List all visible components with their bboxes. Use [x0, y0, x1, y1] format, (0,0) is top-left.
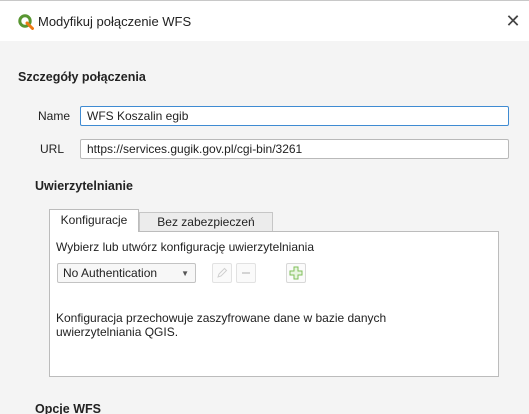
name-input[interactable]	[80, 106, 509, 126]
url-input[interactable]	[80, 139, 509, 159]
name-label: Name	[38, 109, 71, 123]
minus-remove-icon	[242, 272, 250, 274]
tab-no-security[interactable]: Bez zabezpieczeń	[139, 212, 273, 232]
tab-no-security-label: Bez zabezpieczeń	[157, 215, 255, 229]
title-bar: Modyfikuj połączenie WFS ✕	[0, 1, 529, 41]
remove-config-button[interactable]	[236, 263, 256, 283]
pencil-edit-icon	[217, 267, 228, 278]
connection-details-heading: Szczegóły połączenia	[18, 70, 146, 84]
plus-add-icon	[289, 266, 303, 280]
close-button[interactable]: ✕	[503, 11, 523, 31]
authentication-heading: Uwierzytelnianie	[35, 179, 133, 193]
chevron-down-icon: ▼	[181, 269, 189, 278]
auth-config-prompt: Wybierz lub utwórz konfigurację uwierzyt…	[56, 240, 315, 254]
wfs-options-heading: Opcje WFS	[35, 402, 101, 414]
auth-config-panel: Wybierz lub utwórz konfigurację uwierzyt…	[49, 231, 499, 377]
auth-config-selected: No Authentication	[63, 266, 158, 280]
auth-config-info: Konfiguracja przechowuje zaszyfrowane da…	[56, 311, 387, 339]
dialog-window: Modyfikuj połączenie WFS ✕ Szczegóły poł…	[0, 0, 529, 414]
window-title: Modyfikuj połączenie WFS	[38, 14, 192, 29]
edit-config-button[interactable]	[212, 263, 232, 283]
add-config-button[interactable]	[286, 263, 306, 283]
auth-config-select[interactable]: No Authentication ▼	[57, 263, 196, 283]
tab-configurations[interactable]: Konfiguracje	[49, 209, 139, 232]
qgis-logo-icon	[18, 14, 34, 30]
close-icon: ✕	[505, 11, 521, 31]
tab-configurations-label: Konfiguracje	[60, 213, 128, 227]
url-label: URL	[40, 142, 65, 156]
